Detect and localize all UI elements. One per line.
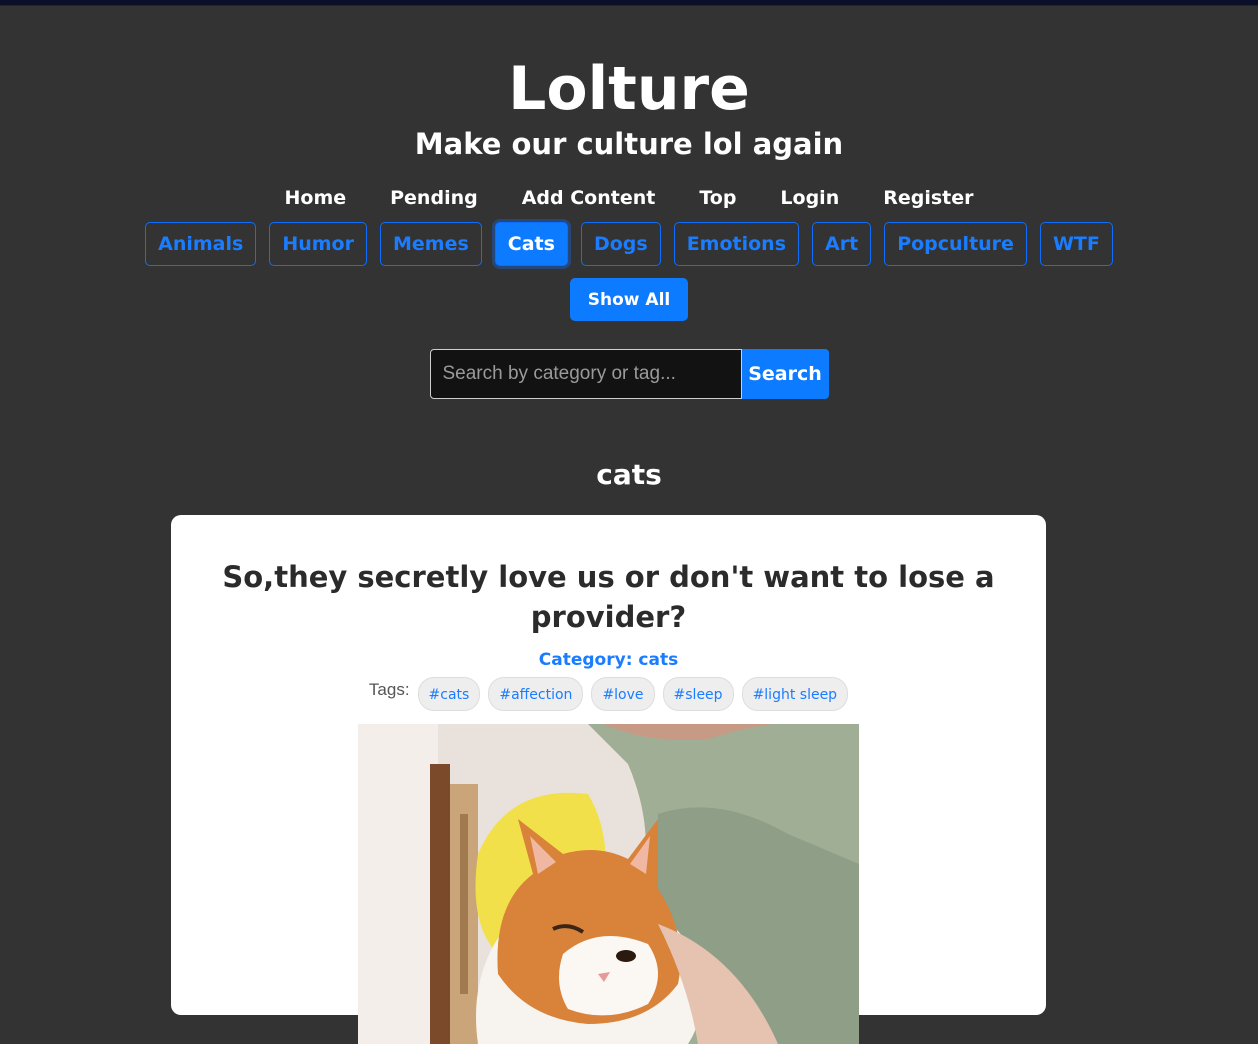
nav-home-link[interactable]: Home <box>262 180 368 216</box>
tag-chip-sleep[interactable]: #sleep <box>662 677 734 711</box>
tag-chip-love[interactable]: #love <box>591 677 655 711</box>
tag-chip-light-sleep[interactable]: #light sleep <box>741 677 849 711</box>
category-button-humor[interactable]: Humor <box>269 222 367 266</box>
site-title[interactable]: Lolture <box>0 6 1258 124</box>
category-button-dogs[interactable]: Dogs <box>580 222 661 266</box>
post-category-link[interactable]: Category: cats <box>171 649 1046 671</box>
section-heading: cats <box>596 458 662 491</box>
site-header: Lolture Make our culture lol again Home … <box>0 6 1258 493</box>
tag-chip-cats[interactable]: #cats <box>417 677 481 711</box>
main-nav: Home Pending Add Content Top Login Regis… <box>0 180 1258 216</box>
site-tagline: Make our culture lol again <box>414 127 844 161</box>
category-button-animals[interactable]: Animals <box>145 222 257 266</box>
category-button-emotions[interactable]: Emotions <box>673 222 800 266</box>
nav-pending-link[interactable]: Pending <box>368 180 500 216</box>
nav-register-link[interactable]: Register <box>861 180 995 216</box>
post-media-image[interactable] <box>358 724 859 1044</box>
search-input[interactable] <box>429 349 742 399</box>
nav-top-link[interactable]: Top <box>677 180 758 216</box>
post-title: So,they secretly love us or don't want t… <box>222 560 995 634</box>
category-button-art[interactable]: Art <box>812 222 872 266</box>
category-button-wtf[interactable]: WTF <box>1039 222 1113 266</box>
post-tags: Tags: #cats #affection #love #sleep #lig… <box>171 677 1046 711</box>
nav-add-content-link[interactable]: Add Content <box>500 180 678 216</box>
category-button-memes[interactable]: Memes <box>379 222 482 266</box>
category-button-popculture[interactable]: Popculture <box>884 222 1027 266</box>
tag-chip-affection[interactable]: #affection <box>488 677 584 711</box>
tags-label: Tags: <box>368 680 410 699</box>
post-card: So,they secretly love us or don't want t… <box>171 515 1046 1044</box>
search-button[interactable]: Search <box>741 349 829 399</box>
nav-login-link[interactable]: Login <box>758 180 861 216</box>
show-all-button[interactable]: Show All <box>569 278 689 321</box>
category-button-cats[interactable]: Cats <box>494 222 568 266</box>
show-all-wrap: Show All <box>0 278 1258 321</box>
search-form: Search <box>0 349 1258 399</box>
category-filter-bar: Animals Humor Memes Cats Dogs Emotions A… <box>0 222 1258 266</box>
